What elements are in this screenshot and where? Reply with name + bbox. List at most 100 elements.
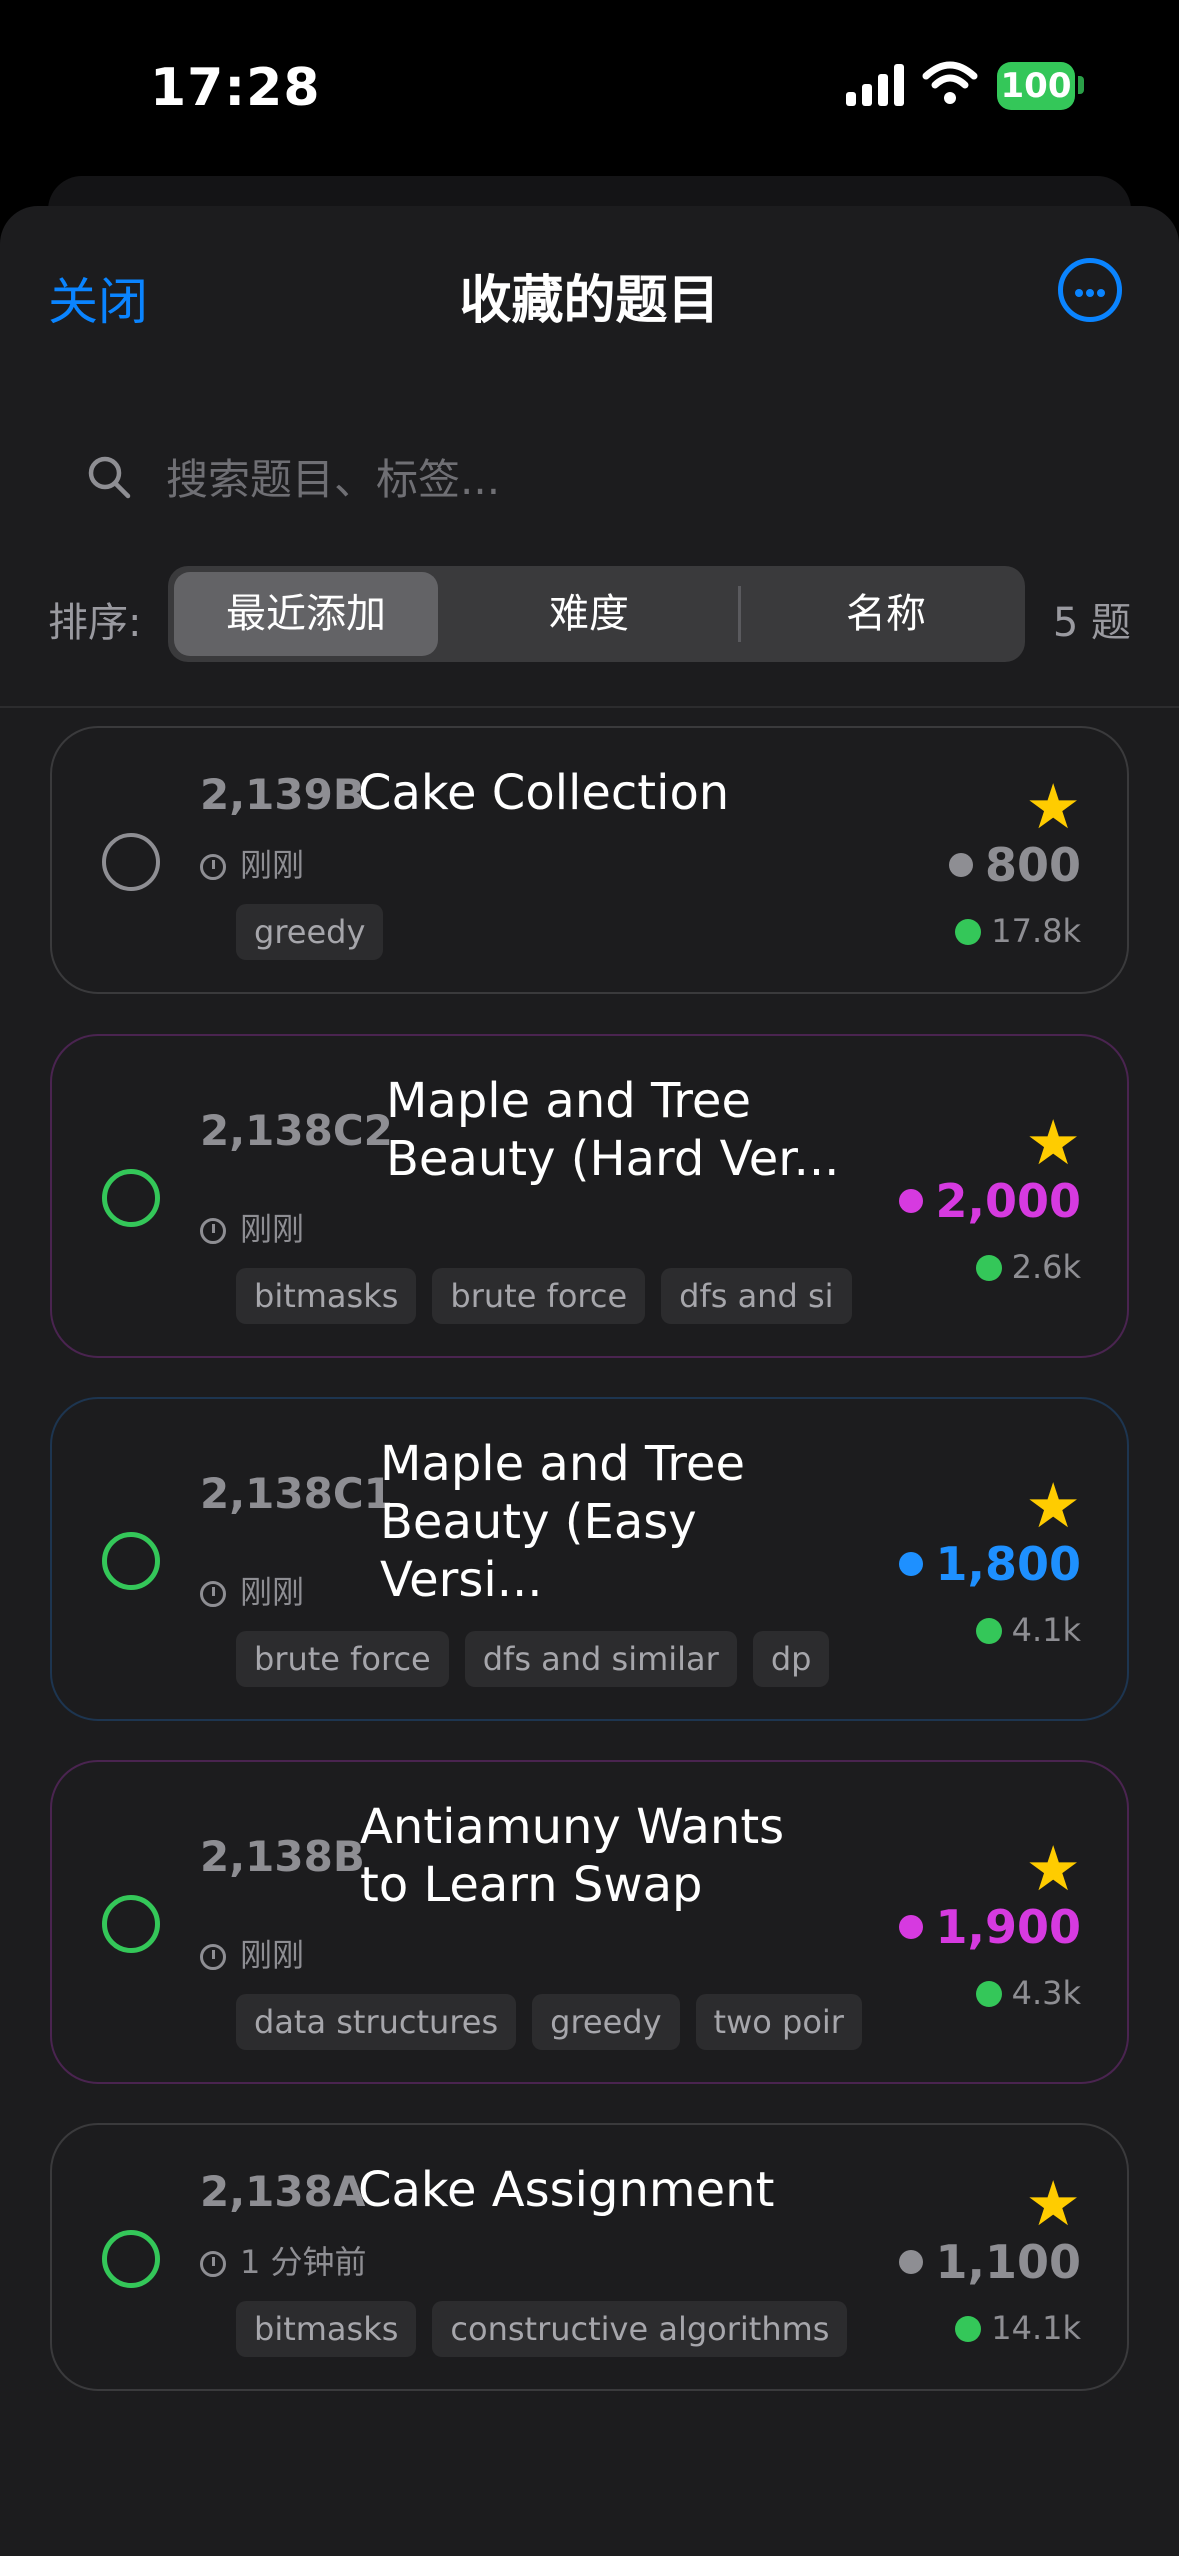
tag-list: bitmasks constructive algorithms xyxy=(236,2301,888,2357)
difficulty-rating: 1,100 xyxy=(899,2235,1081,2289)
added-time-text: 刚刚 xyxy=(240,846,305,884)
star-icon[interactable]: ★ xyxy=(1025,1838,1081,1900)
problem-id: 2,138A xyxy=(200,2167,366,2216)
solved-count: 4.1k xyxy=(975,1611,1081,1649)
problem-card[interactable]: 2,138C1 Maple and Tree Beauty (Easy Vers… xyxy=(50,1397,1129,1721)
rating-dot-icon xyxy=(899,1189,924,1213)
tag[interactable]: bitmasks xyxy=(236,2301,417,2357)
problem-title: Cake Assignment xyxy=(358,2162,775,2218)
rating-dot-icon xyxy=(899,1552,924,1576)
rating-value: 1,900 xyxy=(935,1900,1081,1954)
star-icon[interactable]: ★ xyxy=(1025,2173,1081,2235)
solved-count: 4.3k xyxy=(975,1974,1081,2012)
wifi-icon xyxy=(922,61,978,104)
rating-dot-icon xyxy=(899,1915,924,1939)
added-time: 刚刚 xyxy=(200,1204,304,1250)
rating-value: 1,800 xyxy=(935,1537,1081,1591)
solved-count-text: 4.1k xyxy=(1011,1611,1081,1649)
tag[interactable]: greedy xyxy=(236,904,384,960)
added-time-text: 1 分钟前 xyxy=(240,2243,367,2281)
tag[interactable]: constructive algorithms xyxy=(432,2301,848,2357)
unsolved-circle-icon[interactable] xyxy=(102,833,160,891)
more-icon-dot xyxy=(1086,289,1094,297)
sort-option-recent[interactable]: 最近添加 xyxy=(174,572,438,656)
difficulty-rating: 1,900 xyxy=(899,1900,1081,1954)
problem-id: 2,138C1 xyxy=(200,1469,393,1518)
page-title: 收藏的题目 xyxy=(459,271,720,331)
rating-dot-icon xyxy=(899,2250,924,2274)
difficulty-rating: 2,000 xyxy=(899,1174,1081,1228)
sort-segmented-control: 最近添加 难度 名称 xyxy=(168,566,1025,662)
tag[interactable]: two poir xyxy=(695,1994,862,2050)
added-time-text: 刚刚 xyxy=(240,1210,305,1248)
added-time-text: 刚刚 xyxy=(240,1573,305,1611)
problem-card[interactable]: 2,138C2 Maple and Tree Beauty (Hard Ver.… xyxy=(50,1034,1129,1358)
problem-card[interactable]: 2,138A Cake Assignment 1 分钟前 bitmasks con… xyxy=(50,2123,1129,2391)
tag[interactable]: brute force xyxy=(236,1631,449,1687)
solved-count-text: 2.6k xyxy=(1011,1248,1081,1286)
sort-option-name[interactable]: 名称 xyxy=(752,572,1020,656)
rating-value: 1,100 xyxy=(935,2235,1081,2289)
solved-check-icon[interactable] xyxy=(102,1895,160,1953)
star-icon[interactable]: ★ xyxy=(1025,1112,1081,1174)
clock-icon xyxy=(200,2251,226,2277)
problem-id: 2,138B xyxy=(200,1832,365,1881)
problem-title: Cake Collection xyxy=(358,765,730,821)
solved-count: 2.6k xyxy=(975,1248,1081,1286)
search-icon xyxy=(88,456,131,499)
added-time: 刚刚 xyxy=(200,1930,304,1976)
solved-count: 14.1k xyxy=(955,2309,1081,2347)
star-icon[interactable]: ★ xyxy=(1025,776,1081,838)
clock-icon xyxy=(200,1944,226,1970)
solved-count-text: 14.1k xyxy=(991,2309,1081,2347)
check-circle-icon xyxy=(975,1618,1002,1644)
status-time: 17:28 xyxy=(150,58,321,118)
tag-list: data structures greedy two poir xyxy=(236,1994,888,2050)
clock-icon xyxy=(200,1218,226,1244)
problem-title: Maple and Tree Beauty (Easy Versi... xyxy=(380,1436,745,1608)
problem-count: 5 题 xyxy=(1052,600,1131,646)
problem-card[interactable]: 2,139B Cake Collection 刚刚 greedy ★ 800 1… xyxy=(50,726,1129,994)
tag[interactable]: dp xyxy=(752,1631,830,1687)
solved-check-icon[interactable] xyxy=(102,2230,160,2288)
problem-title: Antiamuny Wants to Learn Swap xyxy=(360,1799,785,1913)
problem-id: 2,138C2 xyxy=(200,1106,393,1155)
solved-count-text: 4.3k xyxy=(1011,1974,1081,2012)
tag-list: greedy xyxy=(236,904,888,960)
check-circle-icon xyxy=(955,919,982,945)
solved-count-text: 17.8k xyxy=(991,912,1081,950)
tag[interactable]: brute force xyxy=(432,1268,646,1324)
check-circle-icon xyxy=(975,1981,1002,2007)
rating-value: 2,000 xyxy=(935,1174,1081,1228)
tag-list: bitmasks brute force dfs and si xyxy=(236,1268,888,1324)
problem-id: 2,139B xyxy=(200,770,365,819)
problem-title: Maple and Tree Beauty (Hard Ver... xyxy=(386,1073,840,1187)
header-divider xyxy=(0,706,1179,708)
battery-tip xyxy=(1078,76,1084,94)
cellular-signal-icon xyxy=(846,64,904,106)
problem-card[interactable]: 2,138B Antiamuny Wants to Learn Swap 刚刚 … xyxy=(50,1760,1129,2084)
more-options-button[interactable] xyxy=(1058,258,1122,322)
star-icon[interactable]: ★ xyxy=(1025,1475,1081,1537)
solved-check-icon[interactable] xyxy=(102,1532,160,1590)
added-time-text: 刚刚 xyxy=(240,1936,305,1974)
rating-value: 800 xyxy=(984,838,1081,892)
added-time: 刚刚 xyxy=(200,1567,304,1613)
solved-count: 17.8k xyxy=(955,912,1081,950)
added-time: 1 分钟前 xyxy=(200,2237,367,2283)
tag[interactable]: data structures xyxy=(236,1994,517,2050)
status-bar: 17:28 100 xyxy=(0,0,1179,170)
tag[interactable]: greedy xyxy=(532,1994,680,2050)
added-time: 刚刚 xyxy=(200,840,304,886)
sort-option-difficulty[interactable]: 难度 xyxy=(454,572,724,656)
search-input[interactable] xyxy=(164,444,1068,514)
check-circle-icon xyxy=(955,2316,982,2342)
tag[interactable]: dfs and si xyxy=(661,1268,852,1324)
search-bar[interactable] xyxy=(48,428,1131,528)
tag[interactable]: bitmasks xyxy=(236,1268,417,1324)
solved-check-icon[interactable] xyxy=(102,1169,160,1227)
battery-indicator: 100 xyxy=(997,62,1075,110)
check-circle-icon xyxy=(975,1255,1002,1281)
tag[interactable]: dfs and similar xyxy=(464,1631,737,1687)
difficulty-rating: 1,800 xyxy=(899,1537,1081,1591)
